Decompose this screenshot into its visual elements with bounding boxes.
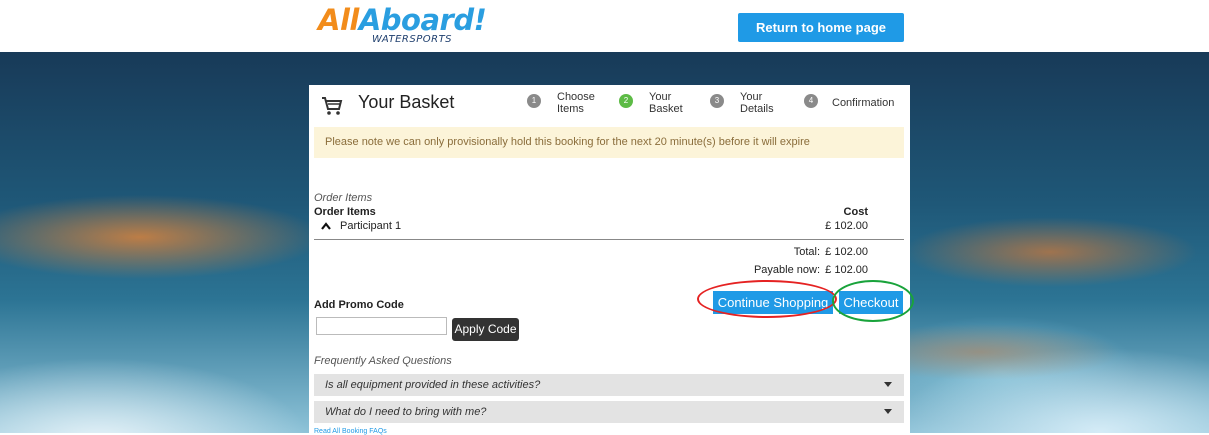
promo-code-input[interactable] (316, 317, 447, 335)
step-choose-items[interactable]: Choose Items (557, 91, 595, 115)
chevron-up-icon[interactable] (321, 221, 331, 231)
order-items-header: Order Items (314, 206, 376, 218)
red-annotation-circle (697, 280, 837, 318)
order-items-section-label: Order Items (314, 192, 373, 204)
total-label: Total: (793, 246, 820, 258)
step-your-details: Your Details (740, 91, 774, 115)
faq-question: Is all equipment provided in these activ… (325, 379, 541, 391)
green-annotation-circle (832, 280, 914, 322)
faq-title: Frequently Asked Questions (314, 355, 452, 367)
order-divider (314, 239, 904, 240)
all-aboard-logo[interactable]: AllAboard! WATERSPORTS (318, 3, 487, 48)
chevron-down-icon (884, 409, 892, 414)
total-value: £ 102.00 (825, 246, 868, 258)
shopping-cart-icon (322, 97, 343, 115)
logo-suffix: Aboard! (358, 3, 487, 37)
cost-header: Cost (843, 206, 868, 218)
read-all-faqs-link[interactable]: Read All Booking FAQs (314, 428, 387, 435)
promo-code-label: Add Promo Code (314, 299, 404, 311)
page-title: Your Basket (358, 92, 455, 112)
booking-hold-notice: Please note we can only provisionally ho… (314, 127, 904, 158)
logo-subtitle: WATERSPORTS (372, 34, 453, 45)
chevron-down-icon (884, 382, 892, 387)
step-1-icon: 1 (527, 94, 541, 108)
faq-item[interactable]: What do I need to bring with me? (314, 401, 904, 423)
return-home-button[interactable]: Return to home page (738, 13, 904, 42)
step-4-icon: 4 (804, 94, 818, 108)
step-confirmation: Confirmation (832, 97, 895, 109)
faq-question: What do I need to bring with me? (325, 406, 487, 418)
top-header: AllAboard! WATERSPORTS Return to home pa… (0, 0, 1209, 52)
step-2-icon: 2 (619, 94, 633, 108)
logo-prefix: All (318, 3, 359, 37)
participant-cost: £ 102.00 (825, 220, 868, 232)
payable-now-value: £ 102.00 (825, 264, 868, 276)
apply-code-button[interactable]: Apply Code (452, 318, 519, 341)
participant-item[interactable]: Participant 1 (340, 220, 401, 232)
payable-now-label: Payable now: (753, 264, 820, 276)
step-your-basket: Your Basket (649, 91, 683, 115)
step-3-icon: 3 (710, 94, 724, 108)
faq-item[interactable]: Is all equipment provided in these activ… (314, 374, 904, 396)
